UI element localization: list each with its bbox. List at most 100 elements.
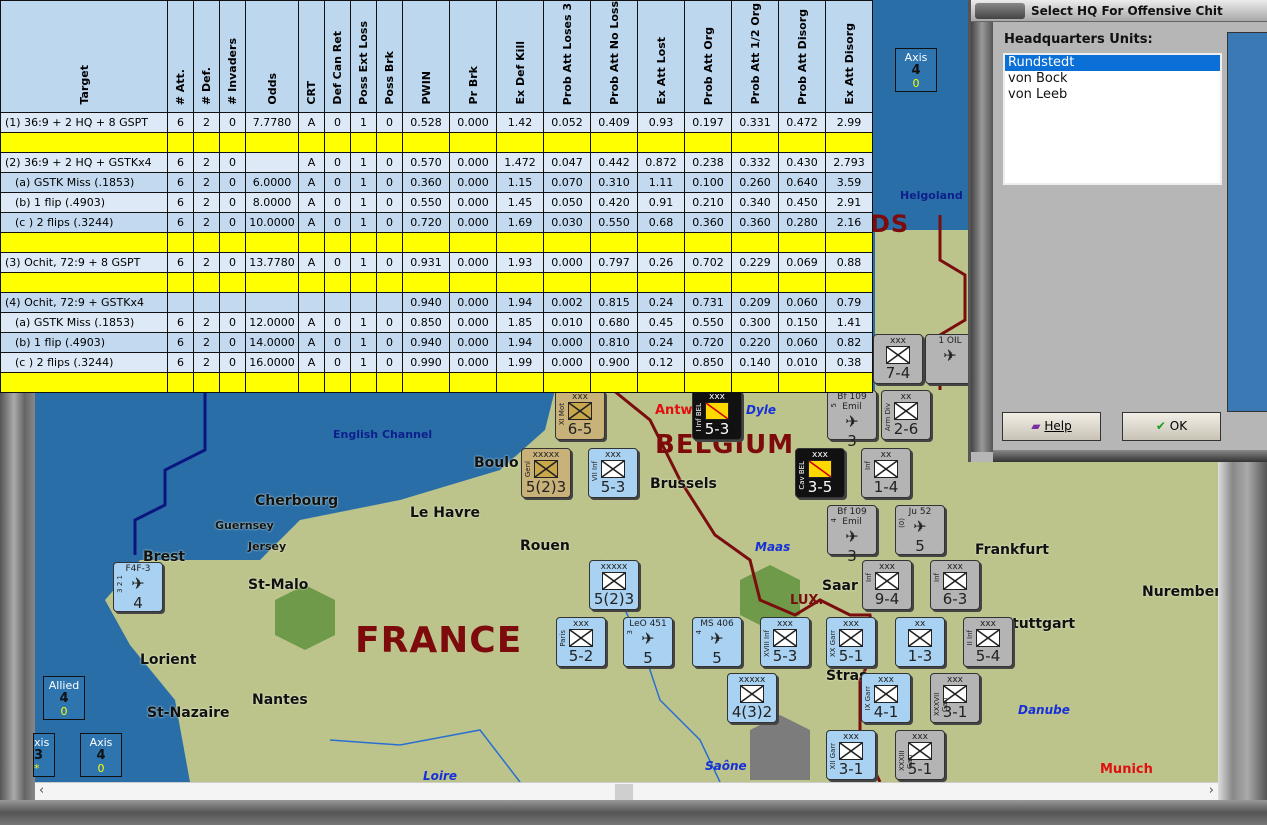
table-cell: 2.99 [825,111,873,133]
hq-list-item[interactable]: von Leeb [1005,87,1220,103]
box-sub: 0 [97,762,105,775]
table-cell: 1.472 [496,151,544,173]
map-label: Boulo [474,455,519,471]
unit-type: xxx [843,619,859,629]
table-cell: 0.570 [402,151,450,173]
table-cell [245,371,299,393]
target-cell [0,231,168,253]
box-value: 4 [911,63,921,78]
table-cell [298,271,325,293]
unit-counter[interactable]: xxx 5-1 XX Garr [826,617,876,667]
table-cell: 0.940 [402,331,450,353]
unit-counter[interactable]: xx 1-3 [895,617,945,667]
unit-counter[interactable]: F4F-3 ✈ 4 3 2 1 [113,562,163,612]
table-cell: 0 [219,151,246,173]
unit-counter[interactable]: xxxxx 5(2)3 [589,560,639,610]
unit-counter[interactable]: xxx 5-3 I Inf BEL [692,390,742,440]
unit-counter[interactable]: Bf 109 Emil ✈ 3 5 [827,390,877,450]
table-cell [731,231,779,253]
table-cell: 14.0000 [245,331,299,353]
unit-counter[interactable]: Bf 109 Emil ✈ 3 4 [827,505,877,565]
unit-counter[interactable]: xxx 4-1 IX Garr [861,673,911,723]
unit-counter[interactable]: xxx 3-1 XXXVII Garr [930,673,980,723]
table-cell: 0.38 [825,351,873,373]
unit-counter[interactable]: xx 2-6 Arm Div [881,390,931,440]
table-cell [167,231,194,253]
scroll-right-icon[interactable]: › [1209,783,1214,798]
target-cell [0,371,168,393]
unit-counter[interactable]: xxx 5-3 XVIII Inf [760,617,810,667]
unit-counter[interactable]: xxx 3-1 XII Garr [826,730,876,780]
table-cell: 0 [376,211,403,233]
table-cell: 2 [193,351,220,373]
unit-counter[interactable]: xxx 5-2 Paris [556,617,606,667]
table-cell [825,231,873,253]
unit-designation: XXXVII Garr [933,692,949,716]
table-cell: 1 [350,251,377,273]
map-horizontal-scrollbar[interactable]: ‹ › [35,782,1218,800]
unit-counter[interactable]: xxx 7-4 [873,334,923,384]
help-button[interactable]: ▰ Help [1002,412,1101,441]
unit-counter[interactable]: xxx 6-3 Inf [930,560,980,610]
allied-reinforcement-box[interactable]: Allied 4 0 [43,676,85,720]
unit-type: xx [880,450,892,460]
column-header-label: Poss Ext Loss [357,20,370,105]
table-cell [731,371,779,393]
map-preview [1227,32,1267,412]
list-label: Headquarters Units: [1004,32,1153,47]
target-cell [0,271,168,293]
box-sub: 0 [60,705,68,718]
axis-reinforcement-box[interactable]: Axis 4 0 [80,733,122,777]
unit-strength: 5(2)3 [525,478,567,496]
hq-list-item[interactable]: von Bock [1005,71,1220,87]
unit-counter[interactable]: LeO 451 ✈ 5 3 [623,617,673,667]
table-cell [298,131,325,153]
unit-counter[interactable]: xx 1-4 Inf [861,448,911,498]
unit-counter[interactable]: Ju 52 ✈ 5 (0) [895,505,945,555]
unit-counter[interactable]: xxx 5-4 II Inf [963,617,1013,667]
aircraft-icon: ✈ [845,412,859,431]
table-row [0,271,873,293]
table-cell: 6 [167,251,194,273]
unit-counter[interactable]: xxx 5-1 XXXIII Garr [895,730,945,780]
table-cell [245,131,299,153]
table-cell [778,371,826,393]
infantry-symbol-icon [874,460,898,478]
table-cell: 0 [376,311,403,333]
column-header: CRT [298,0,325,113]
table-cell: 0 [324,111,351,133]
table-cell: 0.702 [684,251,732,273]
axis-reinforcement-box[interactable]: xis 3 * [33,733,55,777]
table-cell: 1.11 [637,171,685,193]
table-row [0,371,873,393]
table-cell [324,271,351,293]
table-row: (b) 1 flip (.4903) 6 2 0 14.0000 A 0 1 0 0.940 0.0… [0,331,873,353]
table-cell: A [298,211,325,233]
scroll-left-icon[interactable]: ‹ [39,783,44,798]
column-header-label: Ex Att Lost [654,37,668,105]
dialog-bottom-frame [993,450,1267,462]
table-cell: 1.94 [496,331,544,353]
hq-listbox[interactable]: Rundstedt von Bock von Leeb [1003,53,1222,185]
hq-list-item[interactable]: Rundstedt [1005,55,1220,71]
unit-counter[interactable]: xxx 9-4 Inf [862,560,912,610]
unit-counter[interactable]: xxx 3-5 Cav BEL [795,448,845,498]
table-cell: 0.82 [825,331,873,353]
window-frame-right [1218,460,1267,825]
unit-counter[interactable]: MS 406 ✈ 5 4 [692,617,742,667]
column-header-label: Ex Def Kill [513,41,527,105]
table-cell: 0 [376,191,403,213]
table-cell: 10.0000 [245,211,299,233]
unit-counter[interactable]: xxx 6-5 XI Mot [555,390,605,440]
scrollbar-thumb[interactable] [615,784,633,800]
unit-counter[interactable]: xxx 5-3 VII Inf [588,448,638,498]
column-header: Ex Def Kill [496,0,544,113]
unit-counter[interactable]: xxxxx 5(2)3 Genl [521,448,571,498]
unit-counter[interactable]: xxxxx 4(3)2 [727,673,777,723]
unit-type: xxx [709,392,725,402]
window-menu-icon[interactable] [975,3,1025,19]
table-cell: 2 [193,251,220,273]
ok-button[interactable]: ✔ OK [1122,412,1221,441]
table-cell [376,291,403,313]
axis-reinforcement-box[interactable]: Axis 4 0 [895,48,937,92]
